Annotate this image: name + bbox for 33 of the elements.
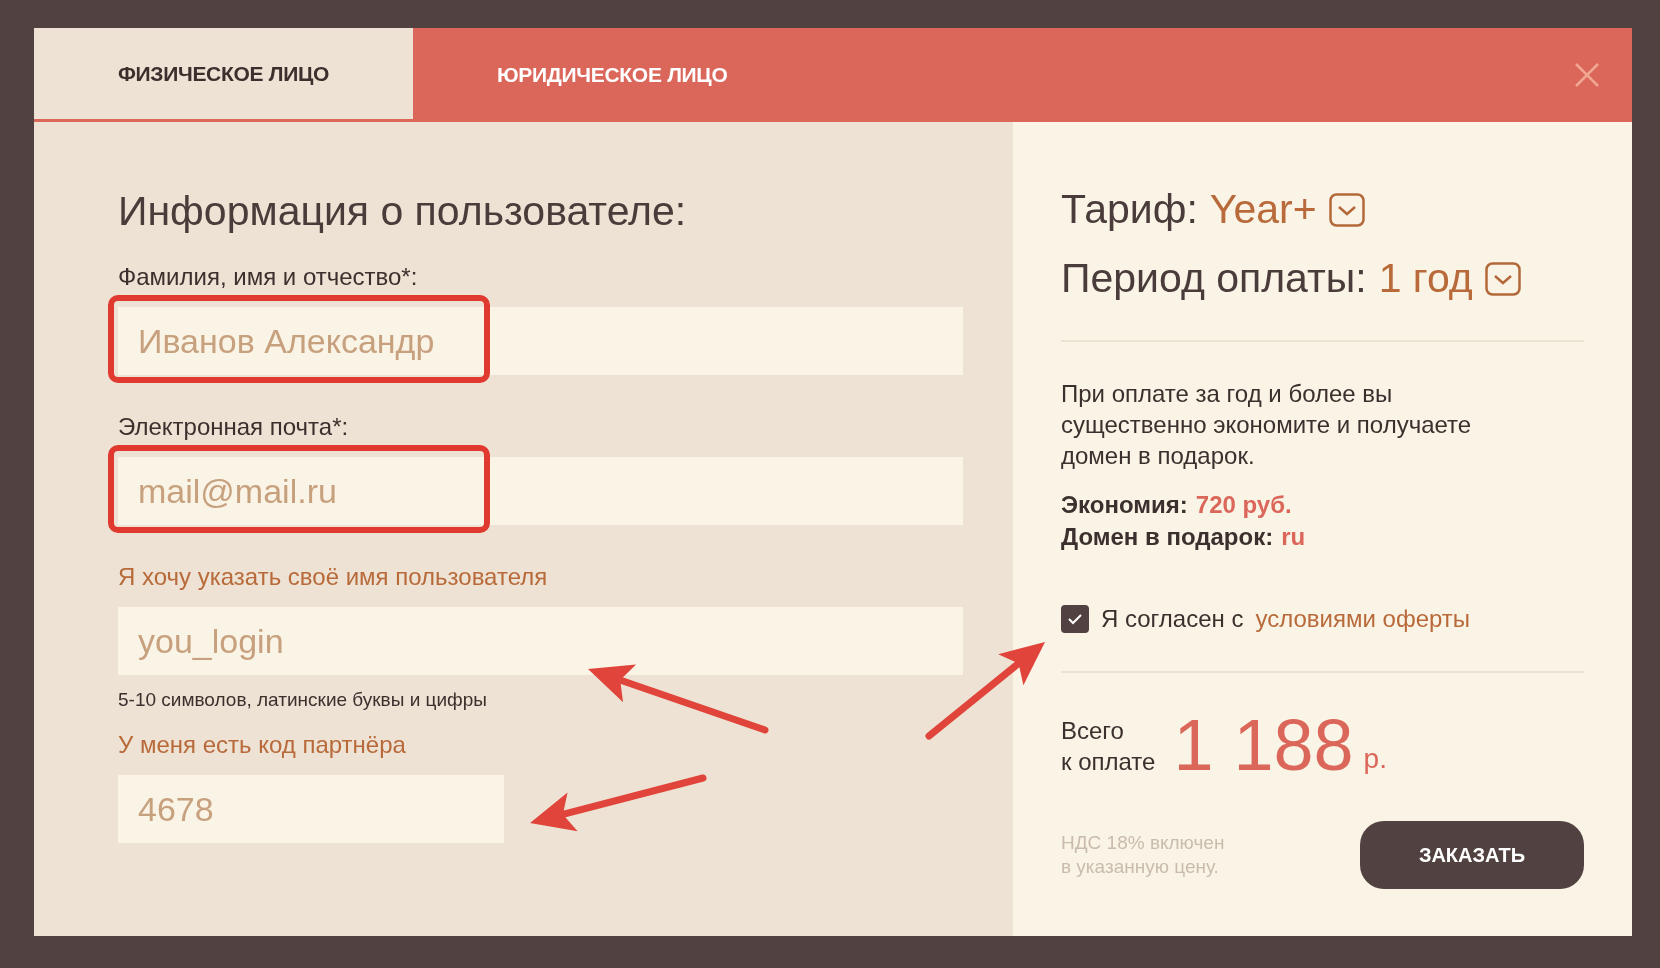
order-button[interactable]: ЗАКАЗАТЬ [1360,821,1584,889]
total-amount: 1 188 [1173,709,1354,781]
total-label: Всего [1061,716,1125,746]
input-field[interactable]: Иванов Александр [118,307,963,375]
total-label: к оплате [1061,747,1156,777]
tariff-label: Тариф: [1061,186,1198,233]
toggle-link[interactable]: Я хочу указать своё имя пользователя [118,563,963,591]
field-label: Электронная почта*: [118,413,350,441]
gift-label: Домен в подарок: [1061,522,1274,552]
gift-value: ru [1281,522,1306,552]
input-field[interactable]: 4678 [118,775,504,843]
check-icon [1067,613,1083,625]
terms-link[interactable]: условиями оферты [1255,605,1471,633]
tariff-value[interactable]: Year+ [1209,186,1317,233]
checkbox[interactable] [1061,605,1089,633]
period-label: Период оплаты: [1061,255,1367,302]
toggle-link[interactable]: У меня есть код партнёра [118,731,963,759]
dropdown-icon[interactable] [1328,192,1365,227]
tab[interactable]: ФИЗИЧЕСКОЕ ЛИЦО [34,28,413,122]
field-label: Фамилия, имя и отчество*: [118,263,419,291]
description-text: При оплате за год и более вы существенно экономите и получаете домен в подарок. [1061,379,1473,471]
currency: р. [1363,743,1387,776]
form-heading: Информация о пользователе: [118,188,688,235]
hint-text: 5-10 символов, латинские буквы и цифры [118,689,488,711]
savings-label: Экономия: [1061,490,1188,520]
dropdown-icon[interactable] [1484,261,1521,296]
period-value[interactable]: 1 год [1378,255,1473,302]
savings-value: 720 руб. [1195,490,1292,520]
input-field[interactable]: mail@mail.ru [118,457,963,525]
agree-text: Я согласен с [1101,605,1244,633]
input-field[interactable]: you_login [118,607,963,675]
vat-note: НДС 18% включен [1061,831,1225,855]
vat-note: в указанную цену. [1061,855,1220,879]
